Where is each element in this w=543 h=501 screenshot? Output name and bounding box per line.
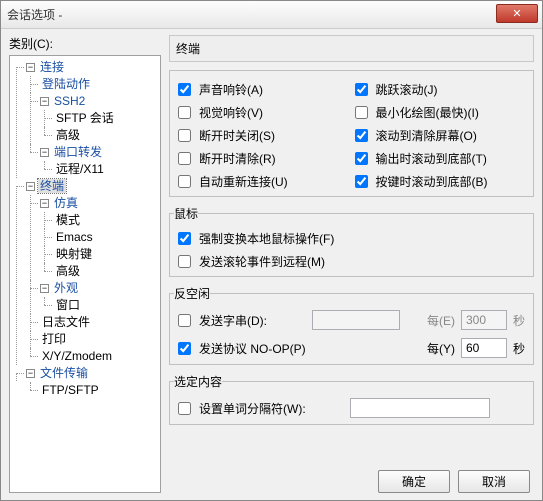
cb-clear-on-disc[interactable]: 断开时清除(R) <box>178 150 349 167</box>
category-tree[interactable]: −连接 登陆动作 −SSH2 SFTP 会话 高级 −端口转发 <box>9 55 161 493</box>
cb-force-mouse[interactable]: 强制变换本地鼠标操作(F) <box>178 230 525 247</box>
cb-send-string[interactable]: 发送字串(D): <box>178 312 306 329</box>
cb-scroll-output[interactable]: 输出时滚动到底部(T) <box>355 150 526 167</box>
every-e-input[interactable] <box>461 310 507 330</box>
cb-min-draw[interactable]: 最小化绘图(最快)(I) <box>355 104 526 121</box>
cb-send-proto[interactable]: 发送协议 NO-OP(P) <box>178 340 306 357</box>
cb-close-on-disc[interactable]: 断开时关闭(S) <box>178 127 349 144</box>
cb-word-delim[interactable]: 设置单词分隔符(W): <box>178 400 306 417</box>
button-bar: 确定 取消 <box>169 464 534 493</box>
tree-node-xfer[interactable]: 文件传输 <box>38 366 90 380</box>
cb-send-wheel[interactable]: 发送滚轮事件到远程(M) <box>178 253 525 270</box>
window-title: 会话选项 - <box>7 6 62 23</box>
every-y-label: 每(Y) <box>427 340 455 357</box>
group-selection: 选定内容 设置单词分隔符(W): <box>169 373 534 425</box>
sec-label-1: 秒 <box>513 312 525 329</box>
group-antiidle: 反空闲 发送字串(D): 每(E) 秒 发送协议 NO-OP(P) 每(Y) 秒 <box>169 285 534 365</box>
tree-node-mapkey[interactable]: 映射键 <box>54 247 94 261</box>
group-general: 声音响铃(A) 跳跃滚动(J) 视觉响铃(V) 最小化绘图(最快)(I) 断开时… <box>169 70 534 197</box>
tree-toggle-icon[interactable]: − <box>40 284 49 293</box>
every-e-label: 每(E) <box>427 312 455 329</box>
tree-node-print[interactable]: 打印 <box>40 332 68 346</box>
category-label: 类别(C): <box>9 35 161 52</box>
tree-node-adv1[interactable]: 高级 <box>54 128 82 142</box>
group-mouse: 鼠标 强制变换本地鼠标操作(F) 发送滚轮事件到远程(M) <box>169 205 534 277</box>
tree-node-ftp[interactable]: FTP/SFTP <box>40 383 101 397</box>
close-button[interactable]: ✕ <box>496 4 538 23</box>
ok-button[interactable]: 确定 <box>378 470 450 493</box>
tree-node-portfwd[interactable]: 端口转发 <box>52 145 104 159</box>
tree-node-mode[interactable]: 模式 <box>54 213 82 227</box>
tree-node-terminal[interactable]: 终端 <box>38 179 66 193</box>
tree-node-xyz[interactable]: X/Y/Zmodem <box>40 349 114 363</box>
close-icon: ✕ <box>512 7 521 20</box>
tree-node-appear[interactable]: 外观 <box>52 281 80 295</box>
tree-node-emacs[interactable]: Emacs <box>54 230 95 244</box>
titlebar: 会话选项 - ✕ <box>1 1 542 29</box>
legend-selection: 选定内容 <box>174 373 222 390</box>
tree-node-log[interactable]: 日志文件 <box>40 315 92 329</box>
tree-node-connection[interactable]: 连接 <box>38 60 66 74</box>
send-string-input[interactable] <box>312 310 400 330</box>
cb-auto-reconnect[interactable]: 自动重新连接(U) <box>178 173 349 190</box>
word-delim-input[interactable] <box>350 398 490 418</box>
tree-toggle-icon[interactable]: − <box>40 148 49 157</box>
tree-toggle-icon[interactable]: − <box>40 199 49 208</box>
tree-toggle-icon[interactable]: − <box>40 97 49 106</box>
tree-toggle-icon[interactable]: − <box>26 63 35 72</box>
cancel-button[interactable]: 取消 <box>458 470 530 493</box>
panel-title: 终端 <box>169 35 534 62</box>
every-y-input[interactable] <box>461 338 507 358</box>
cb-scroll-key[interactable]: 按键时滚动到底部(B) <box>355 173 526 190</box>
tree-node-sftp[interactable]: SFTP 会话 <box>54 111 116 125</box>
legend-antiidle: 反空闲 <box>174 285 210 302</box>
cb-audio-bell[interactable]: 声音响铃(A) <box>178 81 349 98</box>
sec-label-2: 秒 <box>513 340 525 357</box>
tree-node-x11[interactable]: 远程/X11 <box>54 162 106 176</box>
tree-node-login[interactable]: 登陆动作 <box>40 77 92 91</box>
cb-visual-bell[interactable]: 视觉响铃(V) <box>178 104 349 121</box>
tree-node-adv2[interactable]: 高级 <box>54 264 82 278</box>
cb-jump-scroll[interactable]: 跳跃滚动(J) <box>355 81 526 98</box>
tree-node-window[interactable]: 窗口 <box>54 298 82 312</box>
tree-node-ssh2[interactable]: SSH2 <box>52 94 87 108</box>
tree-toggle-icon[interactable]: − <box>26 369 35 378</box>
cb-scroll-clear[interactable]: 滚动到清除屏幕(O) <box>355 127 526 144</box>
tree-node-emul[interactable]: 仿真 <box>52 196 80 210</box>
tree-toggle-icon[interactable]: − <box>26 182 35 191</box>
legend-mouse: 鼠标 <box>174 205 198 222</box>
